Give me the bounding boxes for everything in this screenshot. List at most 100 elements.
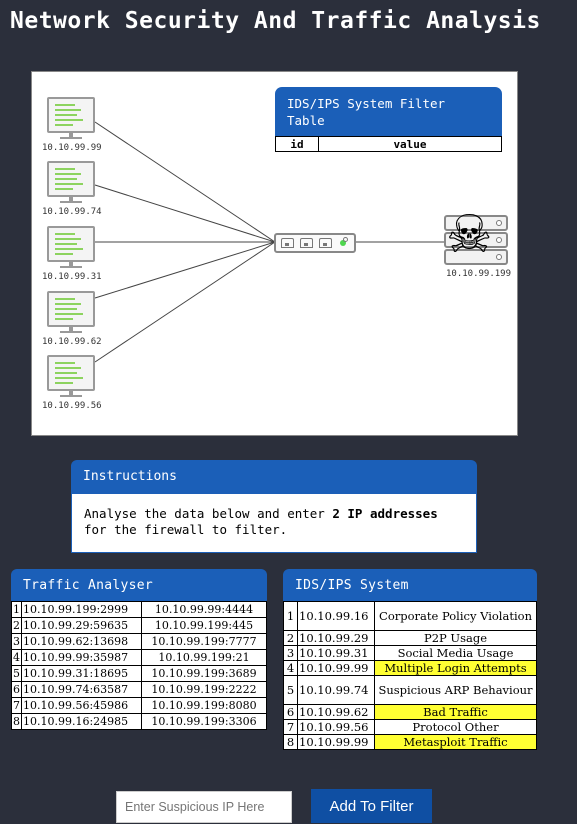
table-row: 7 10.10.99.56:45986 10.10.99.199:8080 bbox=[11, 697, 267, 714]
row-number: 6 bbox=[283, 704, 298, 720]
link-host-2 bbox=[94, 184, 276, 243]
host-computer: 10.10.99.74 bbox=[32, 161, 102, 217]
destination-address: 10.10.99.199:3306 bbox=[141, 713, 267, 730]
link-host-1 bbox=[94, 121, 276, 243]
row-number: 8 bbox=[283, 734, 298, 750]
ids-system-title: IDS/IPS System bbox=[283, 569, 537, 601]
table-row: 5 10.10.99.31:18695 10.10.99.199:3689 bbox=[11, 665, 267, 682]
destination-address: 10.10.99.199:3689 bbox=[141, 665, 267, 682]
row-number: 8 bbox=[11, 713, 22, 730]
table-row: 2 10.10.99.29 P2P Usage bbox=[283, 630, 537, 646]
alert-ip: 10.10.99.74 bbox=[297, 675, 375, 705]
ids-system-card: IDS/IPS System 1 10.10.99.16 Corporate Pol… bbox=[283, 569, 537, 750]
alert-ip: 10.10.99.29 bbox=[297, 630, 375, 646]
destination-address: 10.10.99.199:21 bbox=[141, 649, 267, 666]
server-icon: ☠ bbox=[444, 209, 510, 267]
host-computer: 10.10.99.56 bbox=[32, 355, 102, 411]
traffic-table: 1 10.10.99.199:2999 10.10.99.99:4444 2 10.10… bbox=[11, 601, 267, 730]
table-row: 6 10.10.99.62 Bad Traffic bbox=[283, 704, 537, 720]
row-number: 5 bbox=[283, 675, 298, 705]
source-address: 10.10.99.16:24985 bbox=[21, 713, 142, 730]
table-row: 7 10.10.99.56 Protocol Other bbox=[283, 719, 537, 735]
row-number: 3 bbox=[283, 645, 298, 661]
alert-ip: 10.10.99.16 bbox=[297, 601, 375, 631]
instructions-text-end: for the firewall to filter. bbox=[84, 522, 288, 537]
filter-table: id value bbox=[275, 136, 502, 152]
skull-crossbones-icon: ☠ bbox=[446, 205, 493, 265]
alert-description: Metasploit Traffic bbox=[374, 734, 537, 750]
table-row: 1 10.10.99.16 Corporate Policy Violation bbox=[283, 601, 537, 631]
network-diagram: 10.10.99.99 10.10.99.74 10.10.99.31 10.1… bbox=[31, 71, 518, 436]
row-number: 2 bbox=[283, 630, 298, 646]
alert-ip: 10.10.99.99 bbox=[297, 660, 375, 676]
host-computer: 10.10.99.31 bbox=[32, 226, 102, 282]
row-number: 1 bbox=[283, 601, 298, 631]
alert-description: Bad Traffic bbox=[374, 704, 537, 720]
host-ip-label: 10.10.99.31 bbox=[42, 272, 102, 282]
traffic-analyser-card: Traffic Analyser 1 10.10.99.199:2999 10.10… bbox=[11, 569, 267, 730]
alert-description: Corporate Policy Violation bbox=[374, 601, 537, 631]
row-number: 3 bbox=[11, 633, 22, 650]
host-ip-label: 10.10.99.62 bbox=[42, 337, 102, 347]
source-address: 10.10.99.62:13698 bbox=[21, 633, 142, 650]
network-switch-icon bbox=[274, 233, 356, 253]
add-to-filter-button[interactable]: Add To Filter bbox=[311, 789, 432, 823]
monitor-icon bbox=[47, 355, 95, 391]
destination-address: 10.10.99.99:4444 bbox=[141, 601, 267, 618]
link-host-5 bbox=[94, 241, 276, 363]
alert-ip: 10.10.99.31 bbox=[297, 645, 375, 661]
host-ip-label: 10.10.99.56 bbox=[42, 401, 102, 411]
instructions-bold-text: 2 IP addresses bbox=[332, 506, 438, 521]
row-number: 4 bbox=[11, 649, 22, 666]
host-computer: 10.10.99.62 bbox=[32, 291, 102, 347]
table-row: 6 10.10.99.74:63587 10.10.99.199:2222 bbox=[11, 681, 267, 698]
destination-address: 10.10.99.199:2222 bbox=[141, 681, 267, 698]
row-number: 7 bbox=[283, 719, 298, 735]
host-ip-label: 10.10.99.99 bbox=[42, 143, 102, 153]
suspicious-ip-input[interactable] bbox=[116, 791, 292, 823]
alert-description: Suspicious ARP Behaviour bbox=[374, 675, 537, 705]
host-ip-label: 10.10.99.74 bbox=[42, 207, 102, 217]
host-computer: 10.10.99.99 bbox=[32, 97, 102, 153]
row-number: 2 bbox=[11, 617, 22, 634]
table-row: 5 10.10.99.74 Suspicious ARP Behaviour bbox=[283, 675, 537, 705]
instructions-body: Analyse the data below and enter 2 IP ad… bbox=[71, 494, 477, 553]
ids-table: 1 10.10.99.16 Corporate Policy Violation 2 1… bbox=[283, 601, 537, 750]
source-address: 10.10.99.99:35987 bbox=[21, 649, 142, 666]
row-number: 4 bbox=[283, 660, 298, 676]
monitor-icon bbox=[47, 161, 95, 197]
source-address: 10.10.99.56:45986 bbox=[21, 697, 142, 714]
monitor-icon bbox=[47, 226, 95, 262]
table-row: 3 10.10.99.31 Social Media Usage bbox=[283, 645, 537, 661]
alert-ip: 10.10.99.62 bbox=[297, 704, 375, 720]
alert-ip: 10.10.99.56 bbox=[297, 719, 375, 735]
table-row: 1 10.10.99.199:2999 10.10.99.99:4444 bbox=[11, 601, 267, 618]
alert-description: Protocol Other bbox=[374, 719, 537, 735]
table-row: 4 10.10.99.99 Multiple Login Attempts bbox=[283, 660, 537, 676]
filter-col-id: id bbox=[275, 136, 319, 152]
destination-address: 10.10.99.199:8080 bbox=[141, 697, 267, 714]
alert-description: Social Media Usage bbox=[374, 645, 537, 661]
destination-address: 10.10.99.199:7777 bbox=[141, 633, 267, 650]
row-number: 6 bbox=[11, 681, 22, 698]
alert-description: P2P Usage bbox=[374, 630, 537, 646]
instructions-title: Instructions bbox=[71, 460, 477, 494]
row-number: 5 bbox=[11, 665, 22, 682]
source-address: 10.10.99.31:18695 bbox=[21, 665, 142, 682]
alert-description: Multiple Login Attempts bbox=[374, 660, 537, 676]
instructions-text: Analyse the data below and enter bbox=[84, 506, 333, 521]
row-number: 7 bbox=[11, 697, 22, 714]
table-row: 2 10.10.99.29:59635 10.10.99.199:445 bbox=[11, 617, 267, 634]
monitor-icon bbox=[47, 97, 95, 133]
source-address: 10.10.99.199:2999 bbox=[21, 601, 142, 618]
table-row: 8 10.10.99.99 Metasploit Traffic bbox=[283, 734, 537, 750]
table-row: 3 10.10.99.62:13698 10.10.99.199:7777 bbox=[11, 633, 267, 650]
monitor-icon bbox=[47, 291, 95, 327]
alert-ip: 10.10.99.99 bbox=[297, 734, 375, 750]
traffic-analyser-title: Traffic Analyser bbox=[11, 569, 267, 601]
destination-address: 10.10.99.199:445 bbox=[141, 617, 267, 634]
link-host-4 bbox=[94, 241, 276, 299]
source-address: 10.10.99.74:63587 bbox=[21, 681, 142, 698]
page-title: Network Security And Traffic Analysis bbox=[10, 8, 541, 34]
filter-col-value: value bbox=[318, 136, 502, 152]
